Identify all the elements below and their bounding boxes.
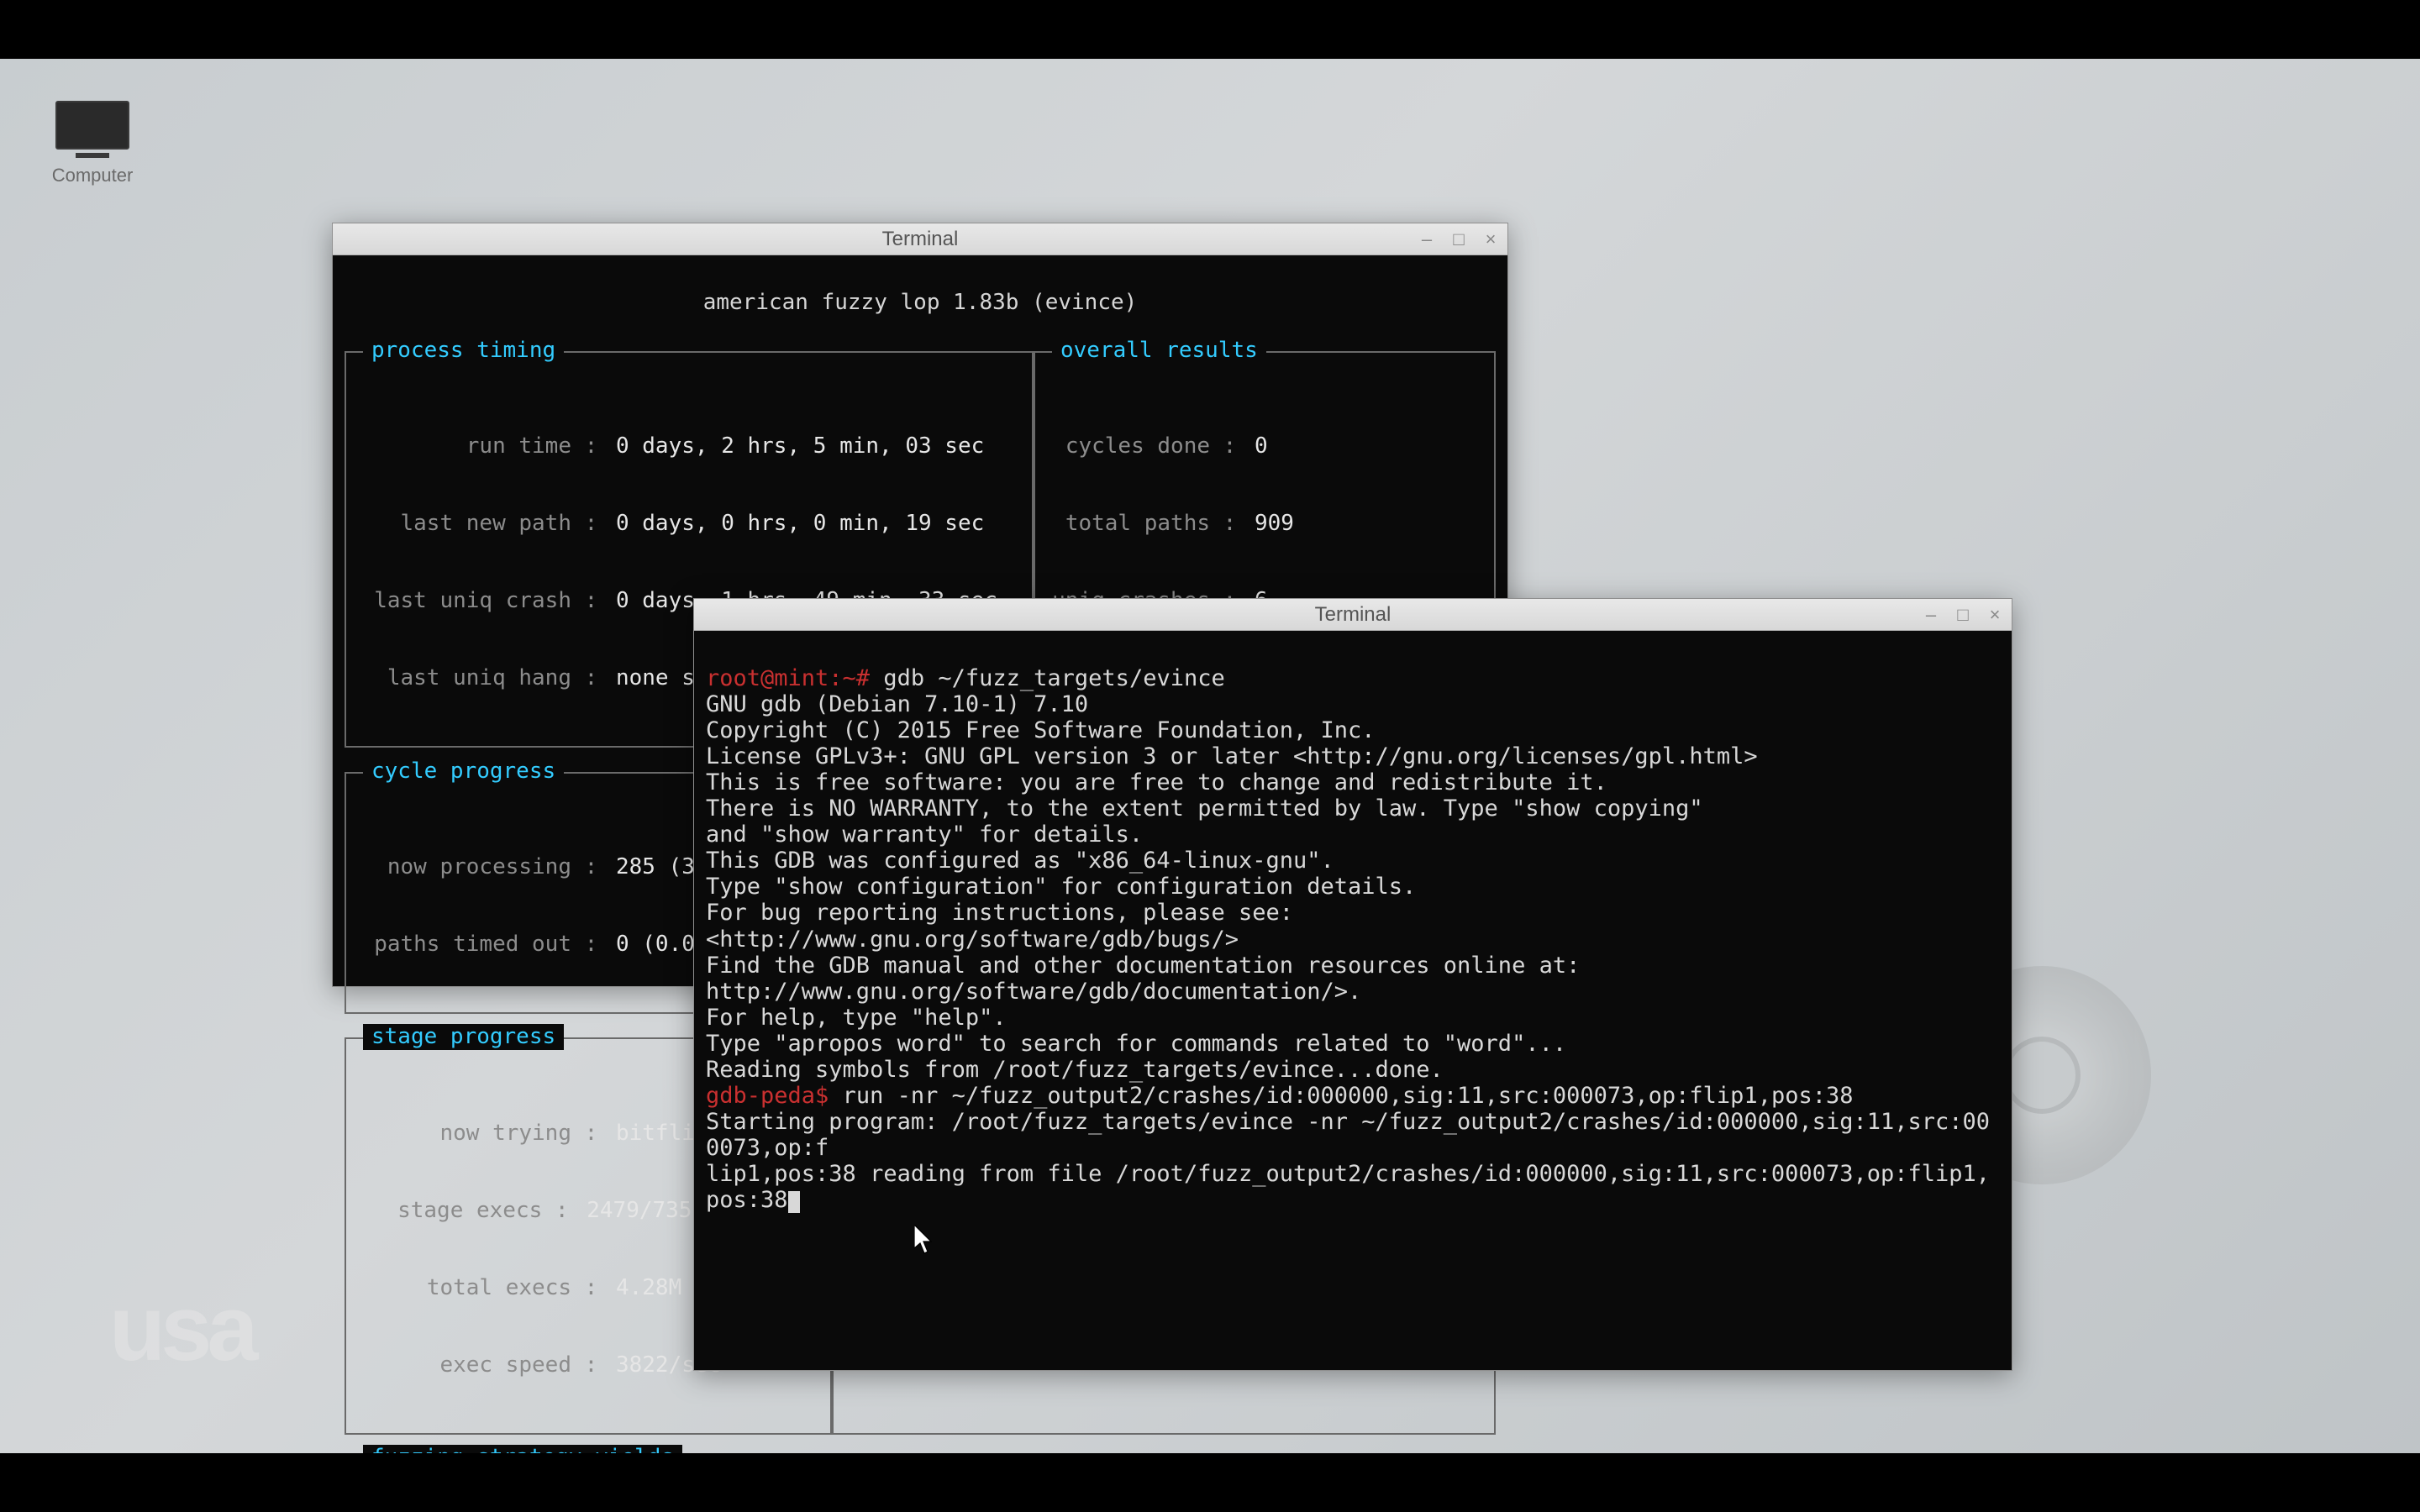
gdb-prompt-peda: gdb-peda$ <box>706 1083 829 1109</box>
or-v0: 0 <box>1255 433 1268 459</box>
gdb-line-11: http://www.gnu.org/software/gdb/document… <box>706 979 1361 1005</box>
afl-window-title: Terminal <box>882 228 959 251</box>
sp-k2: total execs <box>353 1275 571 1301</box>
gdb-line-8: For bug reporting instructions, please s… <box>706 900 1293 926</box>
maximize-button[interactable]: □ <box>1450 231 1467 248</box>
sp-k3: exec speed <box>353 1352 571 1378</box>
minimize-button[interactable]: – <box>1418 231 1435 248</box>
gdb-tail-1: lip1,pos:38 reading from file /root/fuzz… <box>706 1161 1990 1213</box>
gdb-line-6: This GDB was configured as "x86_64-linux… <box>706 848 1334 874</box>
gdb-terminal-body[interactable]: root@mint:~# gdb ~/fuzz_targets/evince G… <box>694 631 2012 1247</box>
afl-titlebar[interactable]: Terminal – □ × <box>333 223 1507 255</box>
section-strategy: fuzzing strategy yields <box>363 1445 682 1453</box>
gdb-cmd1: gdb ~/fuzz_targets/evince <box>883 665 1224 691</box>
gdb-window-title: Terminal <box>1315 603 1392 627</box>
pt-k1: last new path <box>353 511 571 537</box>
gdb-cmd2: run -nr ~/fuzz_output2/crashes/id:000000… <box>843 1083 1854 1109</box>
pt-k0: run time <box>353 433 571 459</box>
gdb-line-9: <http://www.gnu.org/software/gdb/bugs/> <box>706 927 1239 953</box>
desktop-icon-computer[interactable]: Computer <box>46 101 139 186</box>
gdb-titlebar[interactable]: Terminal – □ × <box>694 599 2012 631</box>
minimize-button[interactable]: – <box>1923 606 1939 623</box>
terminal-cursor <box>788 1191 800 1213</box>
sp-k1: stage execs <box>353 1198 542 1224</box>
gdb-line-10: Find the GDB manual and other documentat… <box>706 953 1580 979</box>
section-stage-progress: stage progress <box>363 1024 564 1050</box>
gdb-line-12: For help, type "help". <box>706 1005 1007 1031</box>
gdb-tail-0: Starting program: /root/fuzz_targets/evi… <box>706 1109 1990 1161</box>
desktop-icon-label: Computer <box>46 165 139 186</box>
or-v1: 909 <box>1255 511 1294 537</box>
gdb-tail-1-text: lip1,pos:38 reading from file /root/fuzz… <box>706 1161 1990 1213</box>
cp-k1: paths timed out <box>353 932 571 958</box>
maximize-button[interactable]: □ <box>1954 606 1971 623</box>
or-k1: total paths <box>1042 511 1210 537</box>
section-process-timing: process timing <box>363 338 564 364</box>
gdb-line-2: License GPLv3+: GNU GPL version 3 or lat… <box>706 743 1758 769</box>
gdb-line-1: Copyright (C) 2015 Free Software Foundat… <box>706 717 1376 743</box>
gdb-line-0: GNU gdb (Debian 7.10-1) 7.10 <box>706 691 1088 717</box>
desktop-background: Computer usa Terminal – □ × american fuz… <box>0 59 2420 1453</box>
sp-k0: now trying <box>353 1121 571 1147</box>
or-k0: cycles done <box>1042 433 1210 459</box>
gdb-line-3: This is free software: you are free to c… <box>706 769 1607 795</box>
section-cycle-progress: cycle progress <box>363 759 564 785</box>
pt-v1: 0 days, 0 hrs, 0 min, 19 sec <box>616 511 984 537</box>
monitor-stand <box>76 153 109 158</box>
gdb-line-7: Type "show configuration" for configurat… <box>706 874 1416 900</box>
cp-k0: now processing <box>353 854 571 880</box>
close-button[interactable]: × <box>1482 231 1499 248</box>
gdb-prompt-root: root@mint:~# <box>706 665 870 691</box>
pt-v0: 0 days, 2 hrs, 5 min, 03 sec <box>616 433 984 459</box>
pt-k2: last uniq crash <box>353 588 571 614</box>
gdb-line-13: Type "apropos word" to search for comman… <box>706 1031 1566 1057</box>
pt-k3: last uniq hang <box>353 665 571 691</box>
gdb-line-4: There is NO WARRANTY, to the extent perm… <box>706 795 1703 822</box>
close-button[interactable]: × <box>1986 606 2003 623</box>
gdb-line-5: and "show warranty" for details. <box>706 822 1143 848</box>
afl-header: american fuzzy lop 1.83b (evince) <box>345 290 1496 316</box>
terminal-window-gdb[interactable]: Terminal – □ × root@mint:~# gdb ~/fuzz_t… <box>693 598 2012 1371</box>
sp-v2: 4.28M <box>616 1275 681 1301</box>
section-overall-results: overall results <box>1052 338 1266 364</box>
usa-watermark: usa <box>109 1275 254 1382</box>
gdb-line-14: Reading symbols from /root/fuzz_targets/… <box>706 1057 1444 1083</box>
monitor-icon <box>55 101 129 150</box>
